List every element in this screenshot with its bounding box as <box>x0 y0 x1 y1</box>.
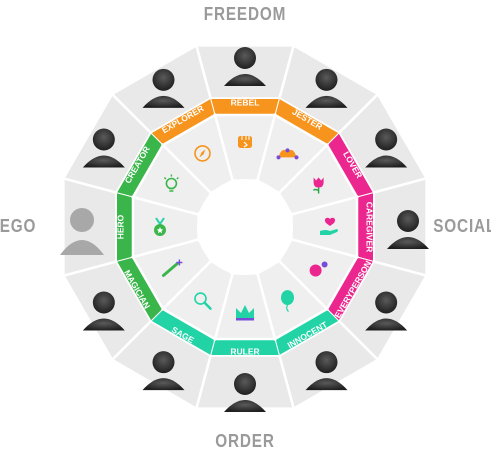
archetype-label-rebel: REBEL <box>231 98 260 108</box>
axis-label-order: ORDER <box>215 431 275 451</box>
archetype-wheel: REBELJESTERLOVERCAREGIVEREVERYPERSONINNO… <box>60 43 429 412</box>
axis-label-social: SOCIAL <box>433 216 491 236</box>
axis-label-freedom: FREEDOM <box>203 4 287 24</box>
archetype-label-hero: HERO <box>116 214 126 239</box>
wheel-center <box>197 179 293 275</box>
fist-icon <box>238 136 252 148</box>
axis-label-ego: EGO <box>0 216 37 236</box>
archetype-label-ruler: RULER <box>230 347 259 357</box>
archetype-label-caregiver: CAREGIVER <box>365 202 375 253</box>
